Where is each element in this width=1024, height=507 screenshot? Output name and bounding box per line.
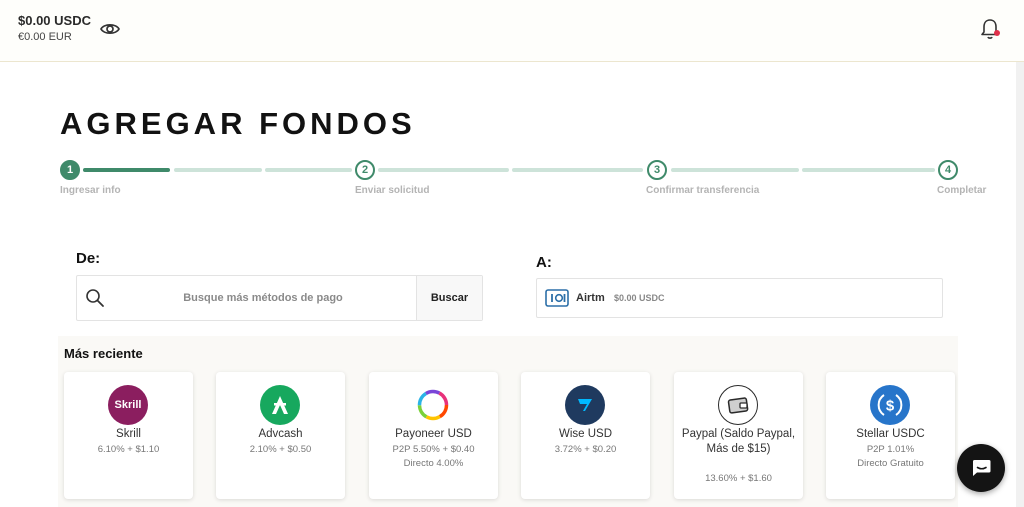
- method-name: Stellar USDC: [856, 428, 925, 440]
- step-4-label: Completar: [937, 185, 987, 196]
- search-button[interactable]: Buscar: [416, 276, 482, 320]
- method-fee: 2.10% + $0.50: [249, 444, 312, 455]
- step-bar: [265, 168, 352, 172]
- method-fee: 6.10% + $1.10: [97, 444, 160, 455]
- svg-text:$: $: [886, 398, 895, 415]
- step-3-indicator: 3: [647, 160, 667, 180]
- method-card-skrill[interactable]: Skrill Skrill 6.10% + $1.10: [64, 372, 193, 499]
- step-bar-progress: [83, 168, 170, 172]
- method-card-payoneer[interactable]: Payoneer USD P2P 5.50% + $0.40 Directo 4…: [369, 372, 498, 499]
- advcash-logo-icon: [260, 385, 300, 425]
- balance-usdc: $0.00 USDC: [18, 13, 91, 28]
- method-fee: P2P 1.01%: [866, 444, 915, 455]
- recent-methods-panel: [58, 336, 958, 507]
- step-3-label: Confirmar transferencia: [646, 185, 760, 196]
- from-label: De:: [76, 250, 101, 267]
- notification-bell-icon[interactable]: [980, 18, 1000, 40]
- method-card-advcash[interactable]: Advcash 2.10% + $0.50: [216, 372, 345, 499]
- progress-stepper: 1 2 3 4 Ingresar info Enviar solicitud C…: [60, 160, 990, 200]
- method-name: Wise USD: [558, 428, 613, 440]
- step-bar: [802, 168, 935, 172]
- step-4-indicator: 4: [938, 160, 958, 180]
- method-name: Payoneer USD: [395, 428, 472, 440]
- method-name: Advcash: [258, 428, 303, 440]
- step-bar: [671, 168, 799, 172]
- method-fee: 13.60% + $1.60: [705, 473, 772, 484]
- step-2-label: Enviar solicitud: [355, 185, 430, 196]
- destination-account[interactable]: Airtm $0.00 USDC: [536, 278, 943, 318]
- search-icon: [85, 288, 105, 308]
- step-bar: [378, 168, 509, 172]
- method-fee-direct: Directo 4.00%: [403, 458, 464, 469]
- usdc-logo-icon: $: [870, 385, 910, 425]
- page-title: AGREGAR FONDOS: [60, 106, 416, 141]
- step-bar: [512, 168, 643, 172]
- search-input[interactable]: [113, 284, 413, 312]
- method-fee: 3.72% + $0.20: [554, 444, 617, 455]
- notification-dot: [994, 30, 1000, 36]
- method-card-paypal[interactable]: Paypal (Saldo Paypal, Más de $15) 13.60%…: [674, 372, 803, 499]
- eye-icon[interactable]: [100, 20, 120, 38]
- step-1-label: Ingresar info: [60, 185, 121, 196]
- airtm-icon: [545, 289, 569, 307]
- to-label: A:: [536, 254, 552, 271]
- method-name: Skrill: [116, 428, 141, 440]
- account-balance: $0.00 USDC: [614, 293, 665, 303]
- top-bar: $0.00 USDC €0.00 EUR: [0, 0, 1024, 62]
- balance-eur: €0.00 EUR: [18, 31, 72, 43]
- step-1-indicator: 1: [60, 160, 80, 180]
- chat-support-button[interactable]: [957, 444, 1005, 492]
- scrollbar[interactable]: [1016, 62, 1024, 507]
- method-card-stellar-usdc[interactable]: $ Stellar USDC P2P 1.01% Directo Gratuit…: [826, 372, 955, 499]
- wallet-icon: [718, 385, 758, 425]
- method-fee: P2P 5.50% + $0.40: [392, 444, 475, 455]
- recent-title: Más reciente: [64, 346, 143, 361]
- method-fee-direct: Directo Gratuito: [857, 458, 924, 469]
- payoneer-logo-icon: [413, 385, 453, 425]
- method-name: Paypal (Saldo Paypal, Más de $15): [681, 428, 796, 455]
- account-name: Airtm: [576, 292, 605, 304]
- step-bar: [174, 168, 262, 172]
- wise-logo-icon: [565, 385, 605, 425]
- payment-method-search: Buscar: [76, 275, 483, 321]
- method-card-wise[interactable]: Wise USD 3.72% + $0.20: [521, 372, 650, 499]
- skrill-logo-icon: Skrill: [108, 385, 148, 425]
- step-2-indicator: 2: [355, 160, 375, 180]
- chat-icon: [973, 460, 991, 476]
